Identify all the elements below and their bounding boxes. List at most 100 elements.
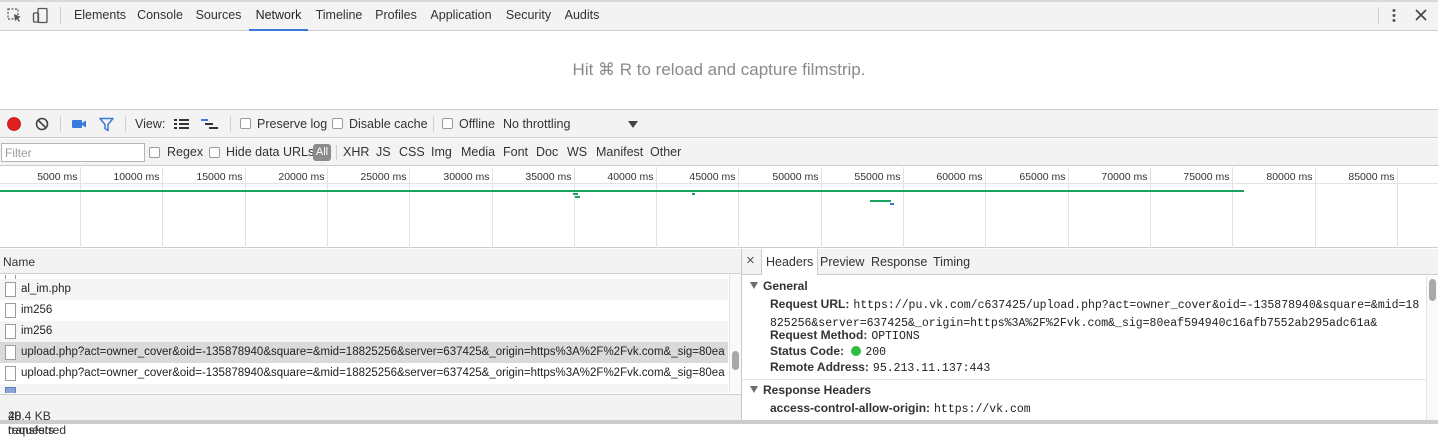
type-filter-xhr[interactable]: XHR <box>343 139 369 166</box>
list-item[interactable]: upload.php?act=owner_cover&oid=-13587894… <box>0 363 728 384</box>
tab-audits[interactable]: Audits <box>561 0 603 31</box>
tab-response[interactable]: Response <box>871 249 927 275</box>
overview-tick-label: 30000 ms <box>443 171 489 183</box>
tab-application[interactable]: Application <box>427 0 495 31</box>
type-filter-all[interactable]: All <box>313 144 331 161</box>
tab-elements[interactable]: Elements <box>69 0 131 31</box>
filmstrip-hint: Hit ⌘ R to reload and capture filmstrip. <box>572 60 866 79</box>
filter-input[interactable] <box>1 143 145 162</box>
overview-tick-label: 15000 ms <box>196 171 242 183</box>
request-method-value: OPTIONS <box>871 330 920 343</box>
request-url-row: Request URL: https://pu.vk.com/c637425/up… <box>770 296 1422 332</box>
type-filter-other[interactable]: Other <box>650 139 681 166</box>
type-filter-img[interactable]: Img <box>431 139 452 166</box>
details-scrollbar[interactable] <box>1426 276 1438 422</box>
scrollbar-thumb[interactable] <box>1429 279 1436 301</box>
type-filter-css[interactable]: CSS <box>399 139 425 166</box>
record-icon[interactable] <box>6 116 22 132</box>
request-name: al_im.php <box>21 283 71 295</box>
tab-profiles[interactable]: Profiles <box>371 0 421 31</box>
type-filter-media[interactable]: Media <box>461 139 495 166</box>
preserve-log-checkbox[interactable] <box>240 118 251 129</box>
large-rows-icon[interactable] <box>174 118 189 130</box>
list-item[interactable] <box>0 384 728 393</box>
regex-label[interactable]: Regex <box>167 139 203 166</box>
list-item[interactable]: im256 <box>0 300 728 321</box>
general-section-header[interactable]: General <box>750 279 808 293</box>
hide-data-urls-label[interactable]: Hide data URLs <box>226 139 314 166</box>
toolbar-divider <box>60 7 61 24</box>
overview-tick-label: 60000 ms <box>936 171 982 183</box>
status-code-value: 200 <box>865 346 887 359</box>
type-filter-font[interactable]: Font <box>503 139 528 166</box>
image-file-icon <box>5 387 16 393</box>
overview-request-mark <box>692 193 695 195</box>
request-method-label: Request Method: <box>770 328 868 342</box>
headers-panel: General Request URL: https://pu.vk.com/c6… <box>742 276 1426 422</box>
request-name: im256 <box>21 325 53 337</box>
close-details-icon[interactable]: × <box>746 253 758 269</box>
request-name: im256 <box>21 304 53 316</box>
tab-timeline[interactable]: Timeline <box>312 0 366 31</box>
offline-checkbox[interactable] <box>442 118 453 129</box>
list-item-selected[interactable]: upload.php?act=owner_cover&oid=-13587894… <box>0 342 728 363</box>
tab-timing[interactable]: Timing <box>933 249 970 275</box>
type-filter-js[interactable]: JS <box>376 139 391 166</box>
file-icon <box>5 303 16 318</box>
list-item[interactable]: im256 <box>0 321 728 342</box>
type-filter-ws[interactable]: WS <box>567 139 587 166</box>
request-url-value: https://pu.vk.com/c637425/upload.php?act… <box>770 299 1420 330</box>
capture-screenshots-icon[interactable] <box>71 118 87 130</box>
preserve-log-label[interactable]: Preserve log <box>257 110 327 138</box>
type-filter-manifest[interactable]: Manifest <box>596 139 643 166</box>
toolbar-divider <box>336 145 337 160</box>
inspect-element-icon[interactable] <box>6 7 24 24</box>
request-list-scrollbar[interactable] <box>729 275 741 393</box>
overview-request-mark <box>890 203 894 205</box>
name-column-header[interactable]: Name <box>0 249 741 274</box>
device-toolbar-icon[interactable] <box>32 7 50 24</box>
status-ok-icon <box>851 346 862 356</box>
toolbar-divider <box>60 116 61 132</box>
clear-icon[interactable] <box>35 117 49 131</box>
list-item[interactable]: al_im.php <box>0 279 728 300</box>
disable-cache-checkbox[interactable] <box>332 118 343 129</box>
hide-data-urls-checkbox[interactable] <box>209 147 220 158</box>
acao-value: https://vk.com <box>934 403 1031 416</box>
tab-security[interactable]: Security <box>502 0 555 31</box>
file-icon <box>5 366 16 381</box>
file-icon <box>5 345 16 360</box>
overview-tick-label: 20000 ms <box>278 171 324 183</box>
scrollbar-thumb[interactable] <box>732 351 739 370</box>
general-title: General <box>763 279 808 293</box>
throttling-select[interactable]: No throttling <box>503 110 643 138</box>
response-headers-section-header[interactable]: Response Headers <box>750 383 871 397</box>
overview-tick-label: 65000 ms <box>1019 171 1065 183</box>
filter-icon[interactable] <box>99 117 114 132</box>
type-filter-doc[interactable]: Doc <box>536 139 558 166</box>
disable-cache-label[interactable]: Disable cache <box>349 110 428 138</box>
view-label: View: <box>135 117 166 131</box>
request-method-row: Request Method: OPTIONS <box>770 328 920 343</box>
section-divider <box>742 379 1426 380</box>
more-menu-icon[interactable] <box>1388 7 1400 24</box>
overview-tick-label: 75000 ms <box>1183 171 1229 183</box>
status-code-label: Status Code: <box>770 344 845 358</box>
tab-console[interactable]: Console <box>133 0 187 31</box>
acao-header-row: access-control-allow-origin: https://vk.c… <box>770 401 1031 416</box>
tab-network[interactable]: Network <box>249 0 308 31</box>
tab-headers[interactable]: Headers <box>761 249 819 275</box>
overview-request-mark <box>575 196 580 198</box>
waterfall-overview-icon[interactable] <box>201 118 218 130</box>
network-overview[interactable]: 5000 ms 10000 ms 15000 ms 20000 ms 25000 ms 3… <box>0 167 1438 248</box>
tab-sources[interactable]: Sources <box>191 0 246 31</box>
offline-label[interactable]: Offline <box>459 110 495 138</box>
overview-request-mark <box>573 193 578 195</box>
regex-checkbox[interactable] <box>149 147 160 158</box>
overview-load-bar <box>0 190 1244 192</box>
toolbar-divider <box>125 116 126 132</box>
devtools-tabbar: Elements Console Sources Network Timelin… <box>0 0 1438 31</box>
tab-preview[interactable]: Preview <box>820 249 864 275</box>
dropdown-arrow-icon <box>628 121 638 128</box>
close-devtools-icon[interactable] <box>1414 8 1428 22</box>
